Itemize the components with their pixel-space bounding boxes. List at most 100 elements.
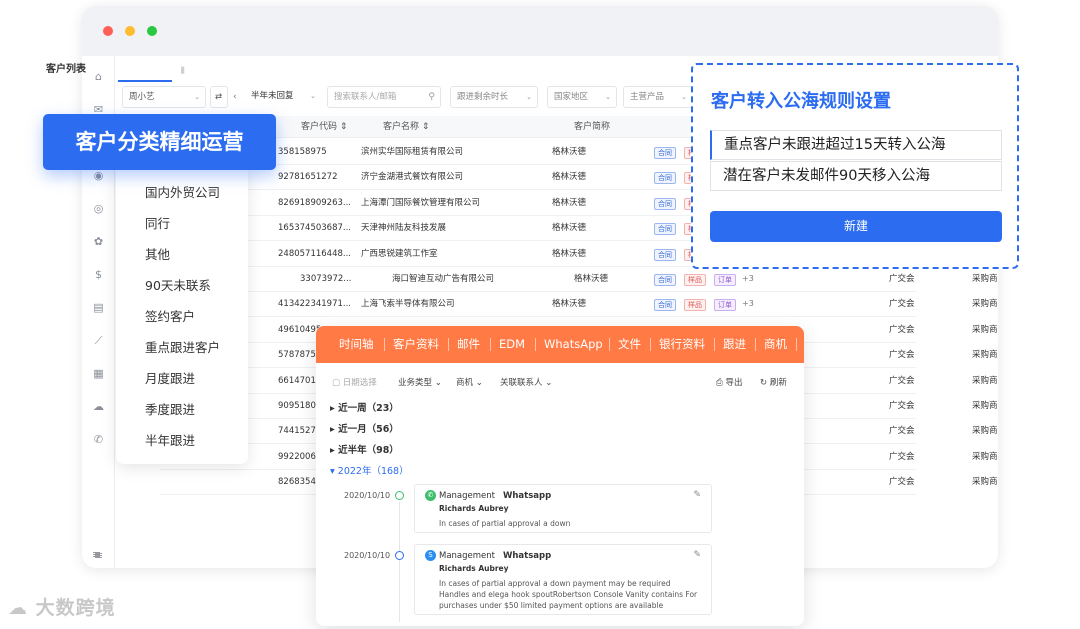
cell-short: 格林沃德 [552,147,587,157]
rule-item[interactable]: 重点客户未跟进超过15天转入公海 [710,130,1002,160]
whatsapp-icon: ✆ [425,490,436,501]
refresh-button[interactable]: ↻ 刷新 [760,376,787,388]
edit-icon[interactable]: ✎ [693,490,701,500]
product-select[interactable]: 主营产品 ⌄ [623,86,693,108]
col-name[interactable]: 客户名称 ⇕ [383,116,429,138]
collapse-menu-icon[interactable]: ≡ [92,548,101,561]
tab-customer-profile[interactable]: 客户资料 [393,326,439,363]
tab-followup[interactable]: 跟进 [723,326,746,363]
tab-edm[interactable]: EDM [499,326,525,363]
cell-short: 格林沃德 [552,197,587,208]
apps-icon[interactable]: ▦ [92,367,105,380]
swap-icon: ⇄ [215,92,223,102]
cell-name[interactable]: 济宁金湖港式餐饮有限公司 [361,165,463,190]
group-month[interactable]: ▸ 近一月（56） [330,421,399,435]
tab-timeline[interactable]: 时间轴 [339,326,374,363]
status-select[interactable]: 半年未回复 ⌄ [245,86,321,108]
tab-customer-list[interactable]: 客户列表 [46,60,86,75]
public-pool-rule-panel: 客户转入公海规则设置 重点客户未跟进超过15天转入公海 潜在客户未发邮件90天移… [691,63,1019,269]
cloud-icon[interactable]: ☁ [92,400,105,413]
category-item[interactable]: 半年跟进 [145,430,195,449]
cell-short: 格林沃德 [552,223,587,234]
chat-icon[interactable]: ◎ [92,202,105,215]
date-picker[interactable]: ▢ 日期选择 [332,376,377,388]
category-item[interactable]: 同行 [145,213,170,232]
segmentation-callout: 客户分类精细运营 [43,114,276,170]
tab-whatsapp[interactable]: WhatsApp [544,326,603,363]
cell-code: 165374503687... [278,223,350,234]
chart-icon[interactable]: ⟋ [92,334,105,347]
category-item[interactable]: 其他 [145,244,170,263]
tag-badge: 合同 [654,197,676,210]
document-icon[interactable]: ▤ [92,301,105,314]
timeline-entry-card[interactable]: ✆ Management Whatsapp Richards Aubrey In … [414,484,712,533]
group-2022[interactable]: ▾ 2022年（168） [330,463,409,477]
tab-files[interactable]: 文件 [618,326,641,363]
more-tags[interactable]: +3 [742,274,754,283]
minimize-window-dot[interactable] [125,26,135,36]
cell-name[interactable]: 天津神州陆友科技发展 [361,216,446,241]
col-code[interactable]: 客户代码 ⇕ [301,116,347,138]
cell-source: 广交会 [889,426,915,437]
export-icon: ⎙ [716,378,723,388]
cell-source: 广交会 [889,274,915,284]
cell-name[interactable]: 上海潭门国际餐饮管理有限公司 [361,191,480,216]
search-input[interactable]: 搜索联系人/邮箱 ⚲ [327,86,441,108]
category-item[interactable]: 季度跟进 [145,399,195,418]
category-panel: 国内外贸公司 同行 其他 90天未联系 签约客户 重点跟进客户 月度跟进 季度跟… [116,162,248,464]
owner-select[interactable]: 周小艺 ⌄ [122,86,206,108]
sort-button[interactable]: ⇄ [210,86,228,108]
close-window-dot[interactable] [103,26,113,36]
new-rule-button[interactable]: 新建 [710,211,1002,242]
cell-name[interactable]: 滨州实华国际租赁有限公司 [361,140,463,165]
dollar-icon[interactable]: $ [92,268,105,281]
tab-bank-info[interactable]: 银行资料 [659,326,705,363]
tag-badge: 样品 [684,274,706,286]
export-button[interactable]: ⎙ 导出 [716,376,743,388]
maximize-window-dot[interactable] [147,26,157,36]
table-row[interactable]: 413422341971... 上海飞索半导体有限公司 格林沃德 合同 样品 订单 +3 广交… [160,292,998,318]
tag-badge: 合同 [654,274,676,286]
edit-icon[interactable]: ✎ [693,550,701,560]
category-item[interactable]: 重点跟进客户 [145,337,220,356]
cell-type: 采购商 [972,426,998,437]
more-tags[interactable]: +3 [742,299,754,308]
opportunity-select[interactable]: 商机 ⌄ [456,376,483,388]
window-titlebar [82,6,998,56]
category-item[interactable]: 月度跟进 [145,368,195,387]
cell-short: 格林沃德 [552,248,587,259]
cell-name[interactable]: 广西思锐建筑工作室 [361,242,438,267]
timeline-entry-card[interactable]: S Management Whatsapp Richards Aubrey In … [414,544,712,615]
category-item[interactable]: 90天未联系 [145,275,211,294]
home-icon[interactable]: ⌂ [92,70,105,83]
contact-select[interactable]: 关联联系人 ⌄ [500,376,552,388]
country-select[interactable]: 国家地区 ⌄ [547,86,617,108]
group-halfyear[interactable]: ▸ 近半年（98） [330,442,399,456]
rule-panel-title: 客户转入公海规则设置 [711,91,891,112]
location-icon[interactable]: ◉ [92,169,105,182]
cell-type: 采购商 [972,401,998,411]
tab-email[interactable]: 邮件 [457,326,480,363]
business-type-select[interactable]: 业务类型 ⌄ [398,376,442,388]
cell-name[interactable]: 上海飞索半导体有限公司 [361,292,455,317]
skype-icon: S [425,550,436,561]
cell-code: 92781651272 [278,172,338,183]
group-week[interactable]: ▸ 近一周（23） [330,400,399,414]
followup-select[interactable]: 跟进剩余时长 ⌄ [450,86,538,108]
table-row[interactable]: 33073972... 海口智迪互动广告有限公司 格林沃德 合同 样品 订单 +3 广交会 采购… [160,267,998,292]
whatsapp-icon[interactable]: ✆ [92,433,105,446]
timeline-node [395,491,404,500]
chart-toggle-icon[interactable]: ⫼ [181,66,185,76]
col-short[interactable]: 客户简称 [574,116,610,138]
rule-item[interactable]: 潜在客户未发邮件90天移入公海 [710,161,1002,191]
cell-type: 采购商 [972,350,998,361]
tab-opportunity[interactable]: 商机 [764,326,787,363]
category-item[interactable]: 国内外贸公司 [145,182,220,201]
team-icon[interactable]: ✿ [92,235,105,248]
cell-short: 格林沃德 [552,172,587,183]
cell-code: 33073972... [300,274,352,284]
chevron-left-icon[interactable]: ‹ [233,86,237,108]
category-item[interactable]: 签约客户 [145,306,195,325]
cell-code: 248057116448... [278,248,350,259]
cell-name[interactable]: 海口智迪互动广告有限公司 [392,267,494,292]
